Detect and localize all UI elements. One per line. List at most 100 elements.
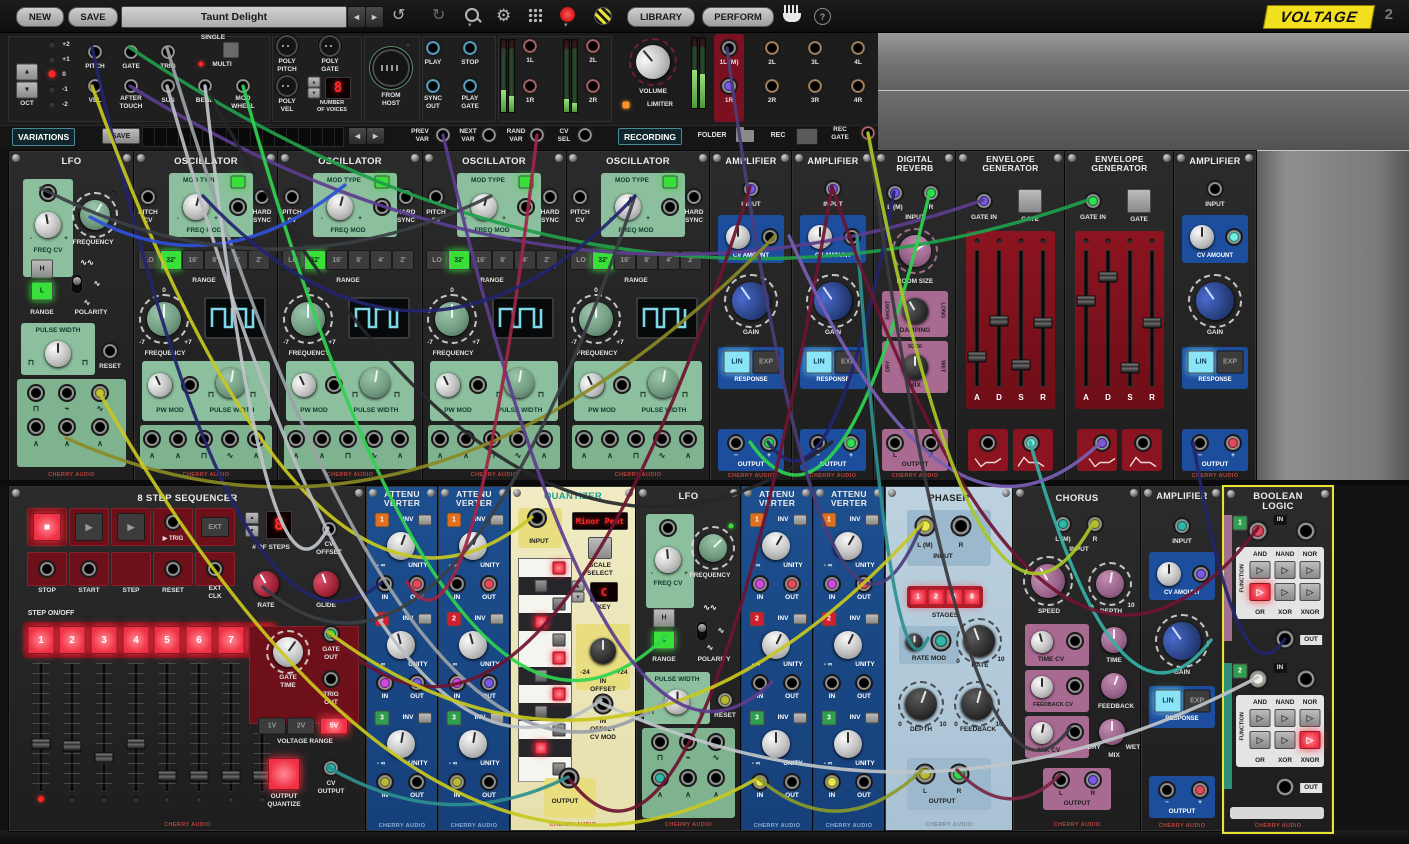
- eg-gate-in-jack[interactable]: [977, 194, 991, 208]
- amp4-out-plus-jack[interactable]: [1193, 783, 1207, 797]
- att-out-jack-2[interactable]: [410, 676, 424, 690]
- trig-jack[interactable]: [161, 45, 175, 59]
- osc-range-32-button[interactable]: 32': [304, 250, 326, 270]
- amp4-cv-knob[interactable]: [1157, 562, 1181, 586]
- logic-nor-button-2[interactable]: ▷: [1300, 709, 1321, 727]
- seq-steps-up-button[interactable]: ▲: [245, 512, 259, 524]
- att-out-jack-1[interactable]: [857, 577, 871, 591]
- gate-jack[interactable]: [124, 45, 138, 59]
- phaser-in-l-jack[interactable]: [917, 518, 934, 535]
- logic-nor-button-1[interactable]: ▷: [1300, 561, 1321, 579]
- att-in-jack-3[interactable]: [825, 775, 839, 789]
- amp3-input-jack[interactable]: [1208, 182, 1222, 196]
- amp-cv-knob[interactable]: [808, 225, 832, 249]
- osc-freq-mod-jack[interactable]: [231, 200, 245, 214]
- seq-step-6-button[interactable]: 6: [186, 626, 213, 654]
- lfo-ramp-out-jack[interactable]: [93, 420, 107, 434]
- osc-saw-out-jack[interactable]: [433, 432, 447, 446]
- seq-steps-down-button[interactable]: ▼: [245, 525, 259, 537]
- amp-lin-button[interactable]: LIN: [806, 351, 833, 374]
- osc-tri-out-jack[interactable]: [249, 432, 263, 446]
- att-inv-button-2[interactable]: [418, 614, 432, 625]
- seq-cv-offset-jack[interactable]: [322, 522, 336, 536]
- osc-hard-sync-jack[interactable]: [255, 190, 269, 204]
- patch-name-field[interactable]: Taunt Delight: [121, 6, 347, 28]
- osc-mod-type-button[interactable]: [519, 176, 534, 189]
- quant-cv-mod-jack[interactable]: [595, 696, 612, 713]
- lfo-reset-jack[interactable]: [103, 344, 117, 358]
- att-out-jack-1[interactable]: [482, 577, 496, 591]
- variation-next-button[interactable]: ►: [366, 127, 385, 145]
- att-knob-2[interactable]: [829, 626, 866, 663]
- osc-pw-mod-jack[interactable]: [471, 378, 485, 392]
- lfo2-tri-out-jack[interactable]: [653, 771, 667, 785]
- reverb-out-l-jack[interactable]: [888, 436, 902, 450]
- lfo-saw-out-jack[interactable]: [60, 420, 74, 434]
- osc-saw-out-jack[interactable]: [577, 432, 591, 446]
- oct-up-button[interactable]: ▲: [16, 64, 38, 81]
- osc-mod-type-button[interactable]: [663, 176, 678, 189]
- out2l-meter-jack[interactable]: [586, 39, 600, 53]
- seq-step-button[interactable]: ▶: [117, 513, 145, 541]
- eg-r-slider[interactable]: [1034, 318, 1053, 329]
- rand-var-jack[interactable]: [530, 128, 544, 142]
- chorus-in-r-jack[interactable]: [1088, 517, 1102, 531]
- att-inv-button-3[interactable]: [418, 713, 432, 724]
- key-E-button[interactable]: [553, 634, 566, 647]
- next-patch-button[interactable]: ►: [365, 6, 384, 28]
- key-Cs-button[interactable]: [535, 580, 548, 593]
- seq-slider-4[interactable]: [127, 739, 146, 750]
- amp-out-minus-jack[interactable]: [811, 436, 825, 450]
- chorus-feedback-cv-jack[interactable]: [1068, 679, 1082, 693]
- seq-slider-3[interactable]: [95, 753, 114, 764]
- att-in-jack-2[interactable]: [825, 676, 839, 690]
- amp-lin-button[interactable]: LIN: [724, 351, 751, 374]
- out-4l-jack[interactable]: [851, 41, 865, 55]
- amp3-cv-knob[interactable]: [1190, 225, 1214, 249]
- att-inv-button-1[interactable]: [793, 515, 807, 526]
- seq-step-2-button[interactable]: 2: [59, 626, 86, 654]
- osc-range-2-button[interactable]: 2': [248, 250, 270, 270]
- seq-slider-2[interactable]: [63, 741, 82, 752]
- att-out-jack-1[interactable]: [410, 577, 424, 591]
- amp3-lin-button[interactable]: LIN: [1188, 351, 1215, 374]
- lfo-tri-out-jack[interactable]: [29, 420, 43, 434]
- redo-icon[interactable]: ↻: [432, 8, 445, 24]
- voices-up-button[interactable]: ▲: [308, 77, 321, 88]
- seq-glide-knob[interactable]: [309, 567, 342, 600]
- att-out-jack-2[interactable]: [785, 676, 799, 690]
- sus-jack[interactable]: [161, 79, 175, 93]
- osc-sine-out-jack[interactable]: [367, 432, 381, 446]
- osc-pw-mod-jack[interactable]: [327, 378, 341, 392]
- amp-cv-knob[interactable]: [726, 225, 750, 249]
- phaser-stage-8-button[interactable]: 8: [964, 589, 981, 606]
- osc-range-16-button[interactable]: 16': [326, 250, 348, 270]
- att-out-jack-3[interactable]: [785, 775, 799, 789]
- out-2l-jack[interactable]: [765, 41, 779, 55]
- att-in-jack-1[interactable]: [450, 577, 464, 591]
- seq-start-jack[interactable]: [82, 562, 96, 576]
- osc-range-32-button[interactable]: 32': [448, 250, 470, 270]
- logic-and-button-2[interactable]: ▷: [1250, 709, 1271, 727]
- att-inv-button-1[interactable]: [418, 515, 432, 526]
- pitch-jack[interactable]: [88, 45, 102, 59]
- att-in-jack-2[interactable]: [378, 676, 392, 690]
- chorus-in-l-jack[interactable]: [1056, 517, 1070, 531]
- osc-sine-out-jack[interactable]: [511, 432, 525, 446]
- logic-nand-button-1[interactable]: ▷: [1275, 561, 1296, 579]
- osc-saw-out-jack[interactable]: [145, 432, 159, 446]
- att-knob-2[interactable]: [757, 626, 794, 663]
- lfo2-reset-jack[interactable]: [718, 693, 732, 707]
- osc-pulse-out-jack[interactable]: [629, 432, 643, 446]
- phaser-out-l-jack[interactable]: [917, 766, 934, 783]
- osc-pitch-cv-jack[interactable]: [573, 190, 587, 204]
- lfo2-range-h-button[interactable]: H: [653, 609, 675, 628]
- eg2-d-slider[interactable]: [1099, 272, 1118, 283]
- seq-gate-out-jack[interactable]: [324, 627, 338, 641]
- amp-input-jack[interactable]: [826, 182, 840, 196]
- amp4-exp-button[interactable]: EXP: [1184, 690, 1211, 713]
- out1l-meter-jack[interactable]: [523, 39, 537, 53]
- amp-out-minus-jack[interactable]: [729, 436, 743, 450]
- osc-ramp-out-jack[interactable]: [171, 432, 185, 446]
- amp3-out-plus-jack[interactable]: [1226, 436, 1240, 450]
